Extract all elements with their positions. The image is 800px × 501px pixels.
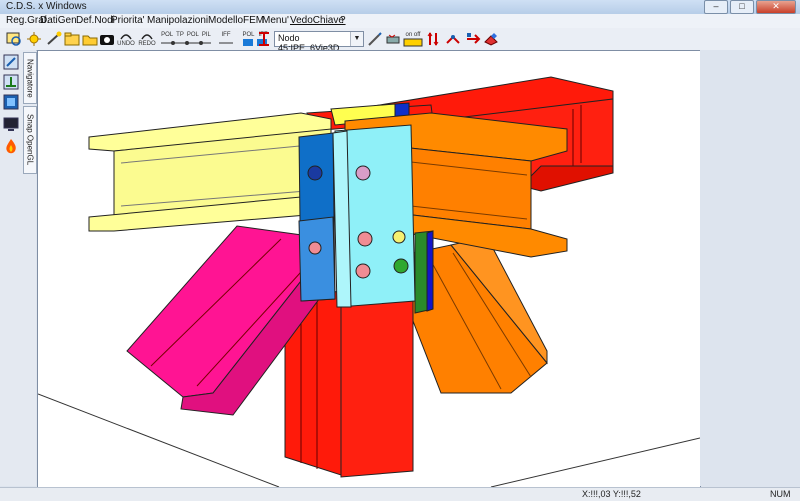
load-model-icon[interactable]: [62, 30, 82, 48]
bolt: [357, 231, 373, 247]
open-folder-icon[interactable]: [80, 30, 100, 48]
tab-navigatore[interactable]: Navigatore: [23, 52, 37, 104]
chevron-down-icon[interactable]: ▼: [350, 32, 363, 46]
on-off-toggle[interactable]: on off: [402, 30, 424, 48]
fire-icon[interactable]: [3, 138, 19, 154]
title-bar: C.D.S. x Windows – □ ✕: [0, 0, 800, 14]
undo-button[interactable]: UNDO: [116, 30, 136, 48]
status-bar: X:!!!,03 Y:!!!,52 NUM: [0, 487, 800, 501]
3d-viewport[interactable]: [37, 50, 701, 488]
menu-datigen[interactable]: DatiGen: [40, 15, 77, 26]
close-button[interactable]: ✕: [756, 0, 796, 14]
menu-vedochiave[interactable]: VedoChiave: [290, 15, 344, 26]
undo-label: UNDO: [117, 41, 135, 47]
window-title: C.D.S. x Windows: [6, 1, 87, 12]
menu-menu[interactable]: Menu': [262, 15, 289, 26]
arrows-icon[interactable]: [424, 30, 442, 48]
move-icon[interactable]: [464, 30, 482, 48]
display-tool-icon[interactable]: [3, 116, 19, 132]
green-end-plate: [414, 230, 434, 314]
bolt: [355, 165, 371, 181]
joint-icon[interactable]: [444, 30, 462, 48]
beam-section-icon[interactable]: [256, 30, 272, 48]
num-lock-indicator: NUM: [770, 489, 791, 499]
right-panel: [700, 50, 800, 486]
steel-joint-drawing: [38, 76, 700, 487]
bolt: [393, 258, 409, 274]
side-tabs: Navigatore Snap OpenGL: [22, 50, 37, 486]
bolt: [355, 263, 371, 279]
left-toolbar: [0, 50, 23, 486]
cyan-end-plate: [332, 124, 416, 308]
node-selector[interactable]: Nodo 45:IPE_6Vie3D ▼: [274, 31, 364, 53]
section-tool-icon[interactable]: [3, 94, 19, 110]
maximize-button[interactable]: □: [730, 0, 754, 14]
cursor-coords: X:!!!,03 Y:!!!,52: [582, 489, 641, 499]
pencil-icon[interactable]: [366, 30, 384, 48]
menu-help[interactable]: ?: [340, 15, 346, 26]
toolbar: UNDO REDO POL TP POL PIL IFF POL IFF on …: [0, 28, 800, 51]
menu-def-nodi[interactable]: Def.Nodi: [76, 15, 115, 26]
redo-button[interactable]: REDO: [137, 30, 157, 48]
pick-node-icon[interactable]: [44, 30, 64, 48]
select-tool-icon[interactable]: [3, 54, 19, 70]
menu-modellofem[interactable]: ModelloFEM: [208, 15, 264, 26]
tab-snap-opengl[interactable]: Snap OpenGL: [23, 106, 37, 174]
weld-icon[interactable]: [384, 30, 402, 48]
yellow-beam: [88, 112, 332, 232]
menu-manipolazioni[interactable]: Manipolazioni: [147, 15, 208, 26]
bolt: [392, 230, 406, 244]
redo-label: REDO: [138, 41, 156, 47]
bolt: [308, 241, 322, 255]
menu-bar: Reg.Graf. DatiGen Def.Nodi Priorita' Man…: [0, 14, 800, 38]
camera-icon[interactable]: [98, 30, 116, 48]
blue-end-plate: [298, 132, 336, 302]
model-tool-icon[interactable]: [3, 74, 19, 90]
iff-button[interactable]: IFF: [216, 30, 236, 48]
bolt: [307, 165, 323, 181]
minimize-button[interactable]: –: [704, 0, 728, 14]
menu-priorita[interactable]: Priorita': [111, 15, 145, 26]
pol-tools[interactable]: POL TP POL PIL: [158, 30, 214, 48]
zoom-window-icon[interactable]: [4, 30, 24, 48]
eraser-icon[interactable]: [482, 30, 500, 48]
light-icon[interactable]: [24, 30, 44, 48]
